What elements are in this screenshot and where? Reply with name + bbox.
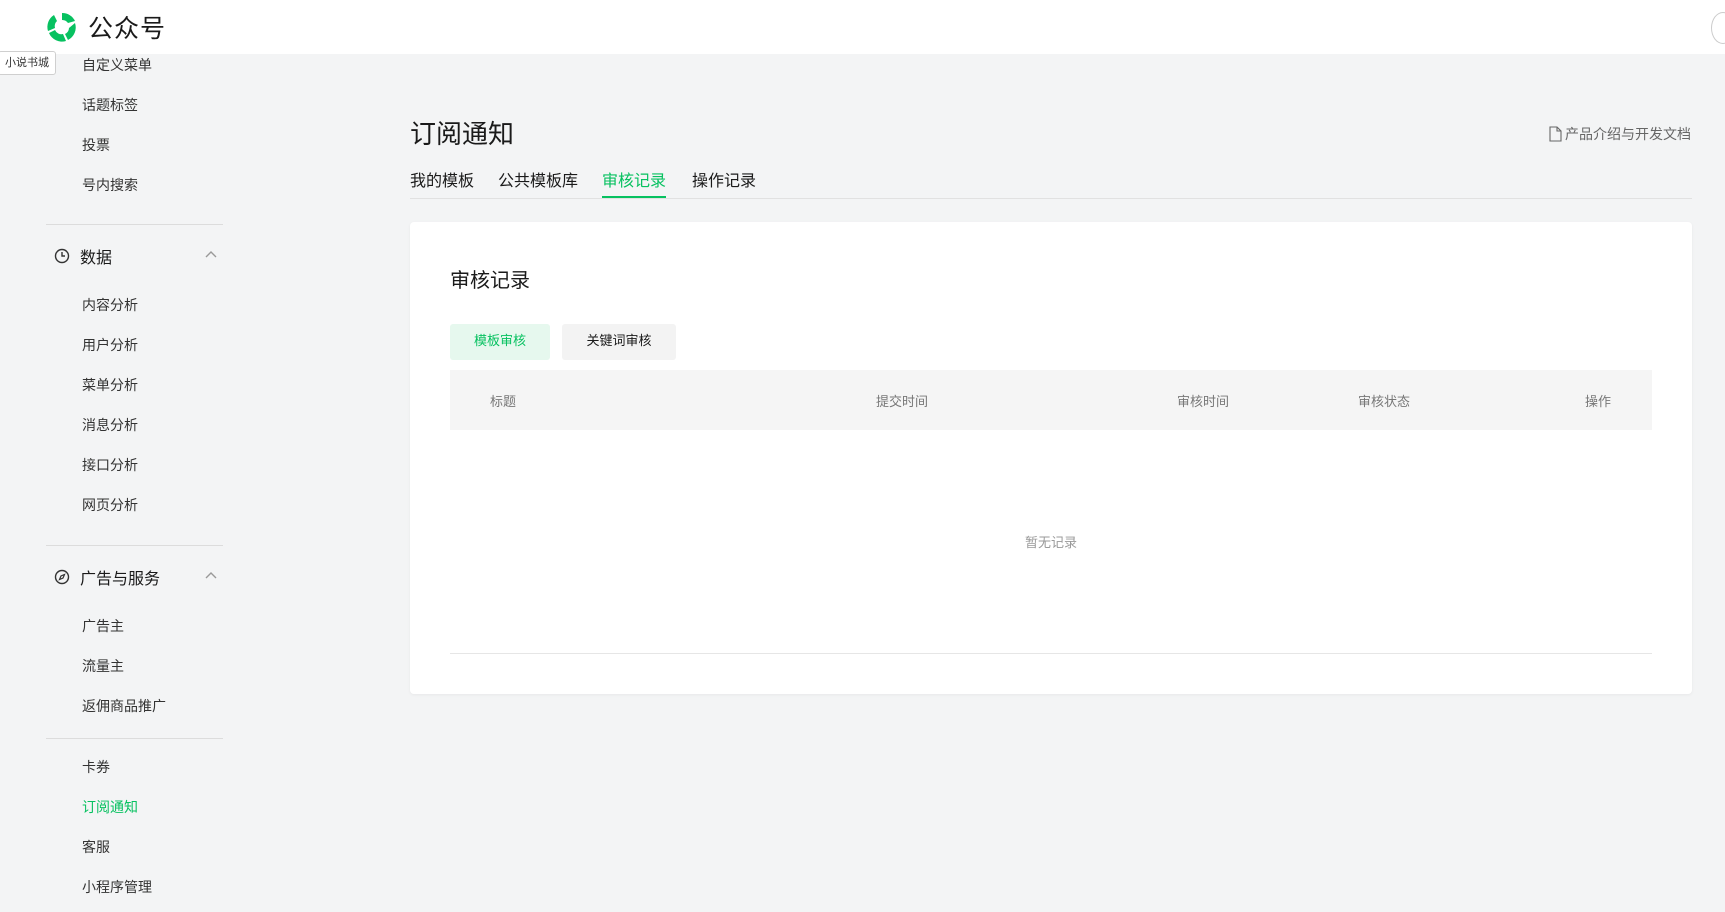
sidebar-item-message-analysis[interactable]: 消息分析 (82, 416, 138, 436)
brand-name: 公众号 (88, 14, 167, 43)
sidebar-group-ads[interactable]: 广告与服务 (54, 566, 224, 588)
card-title: 审核记录 (450, 268, 530, 292)
sidebar-item-coupons[interactable]: 卡券 (82, 758, 110, 778)
top-header: 公众号 (0, 0, 1725, 54)
column-header-actions: 操作 (1585, 395, 1612, 410)
compass-icon (54, 569, 70, 585)
table-header: 标题 提交时间 审核时间 审核状态 操作 (450, 370, 1652, 430)
column-header-review-status: 审核状态 (1358, 395, 1411, 410)
column-header-title: 标题 (490, 395, 517, 410)
sidebar-divider (46, 738, 223, 739)
sidebar-item-advertiser[interactable]: 广告主 (82, 617, 124, 637)
sidebar-divider (46, 545, 223, 546)
sidebar-item-publisher[interactable]: 流量主 (82, 657, 124, 677)
chevron-up-icon[interactable] (204, 569, 218, 583)
sidebar-item-web-analysis[interactable]: 网页分析 (82, 496, 138, 516)
sidebar-item-content-analysis[interactable]: 内容分析 (82, 296, 138, 316)
column-header-submit-time: 提交时间 (876, 395, 929, 410)
sidebar-item-commission[interactable]: 返佣商品推广 (82, 697, 166, 717)
sidebar-item-user-analysis[interactable]: 用户分析 (82, 336, 138, 356)
chevron-up-icon[interactable] (204, 248, 218, 262)
sidebar-item-custom-menu[interactable]: 自定义菜单 (82, 56, 152, 76)
page-title: 订阅通知 (410, 120, 515, 150)
wechat-mp-logo-icon (47, 12, 76, 42)
sidebar-item-vote[interactable]: 投票 (82, 136, 110, 156)
sidebar-item-customer-service[interactable]: 客服 (82, 838, 110, 858)
active-tab-indicator (602, 196, 666, 198)
sidebar-group-data[interactable]: 数据 (54, 245, 224, 267)
sidebar: 自定义菜单 话题标签 投票 号内搜索 数据 内容分析 用户分析 菜单分析 消息分… (0, 54, 240, 912)
empty-state-text: 暂无记录 (1024, 536, 1077, 551)
clock-icon (54, 248, 70, 264)
sidebar-item-menu-analysis[interactable]: 菜单分析 (82, 376, 138, 396)
keyword-review-button[interactable]: 关键词审核 (562, 324, 676, 360)
account-tooltip: 小说书城 (0, 51, 56, 75)
tab-operation-records[interactable]: 操作记录 (692, 170, 756, 198)
sidebar-item-mini-program[interactable]: 小程序管理 (82, 878, 152, 898)
review-records-card: 审核记录 模板审核 关键词审核 标题 提交时间 审核时间 审核状态 操作 暂无记… (410, 222, 1692, 694)
sidebar-item-api-analysis[interactable]: 接口分析 (82, 456, 138, 476)
doc-link-label: 产品介绍与开发文档 (1565, 127, 1691, 143)
avatar[interactable] (1711, 12, 1725, 44)
document-icon (1549, 126, 1562, 142)
sidebar-divider (46, 224, 223, 225)
table-bottom-border (450, 653, 1652, 654)
brand-logo[interactable]: 公众号 (44, 9, 166, 45)
column-header-review-time: 审核时间 (1177, 395, 1230, 410)
sidebar-item-search[interactable]: 号内搜索 (82, 176, 138, 196)
sidebar-group-label: 广告与服务 (80, 569, 161, 588)
tab-review-records[interactable]: 审核记录 (602, 170, 666, 198)
sidebar-item-topic-tags[interactable]: 话题标签 (82, 96, 138, 116)
template-review-button[interactable]: 模板审核 (450, 324, 550, 360)
sidebar-group-label: 数据 (80, 248, 113, 267)
tab-my-templates[interactable]: 我的模板 (410, 170, 474, 198)
sidebar-item-subscribe-notice[interactable]: 订阅通知 (82, 798, 138, 818)
tab-bar: 我的模板 公共模板库 审核记录 操作记录 (410, 170, 1692, 199)
doc-link[interactable]: 产品介绍与开发文档 (1549, 124, 1691, 144)
tab-public-templates[interactable]: 公共模板库 (498, 170, 578, 198)
